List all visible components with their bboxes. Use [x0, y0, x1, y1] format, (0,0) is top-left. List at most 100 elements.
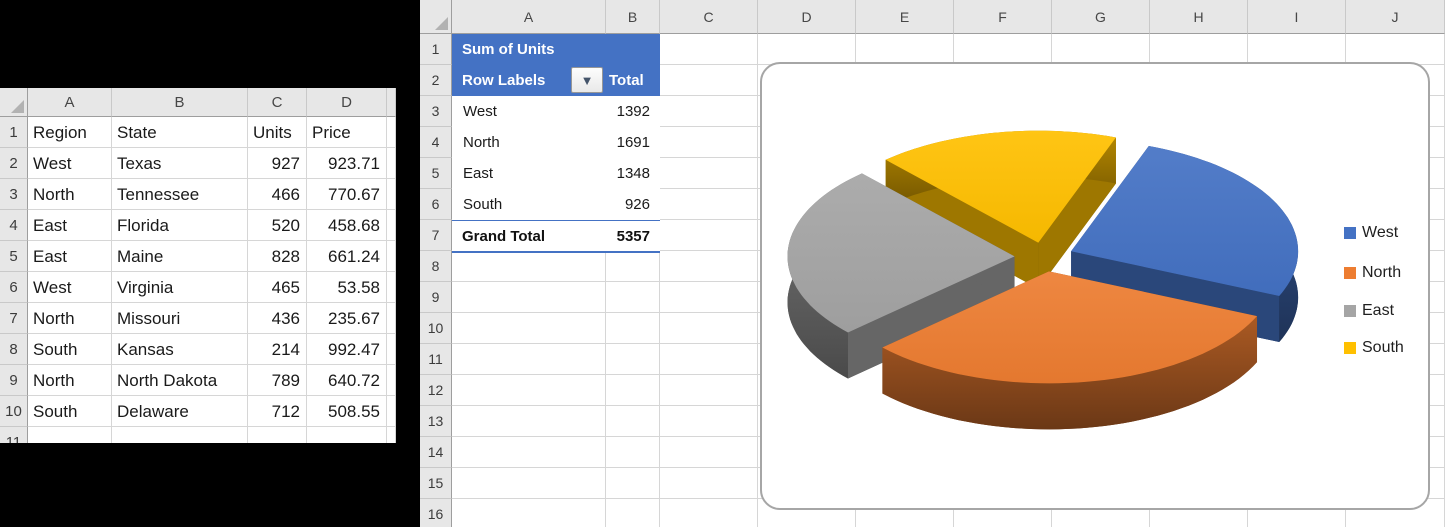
col-header-C[interactable]: C	[660, 0, 758, 34]
cell-A10[interactable]: South	[28, 396, 111, 427]
col-header-I[interactable]: I	[1248, 0, 1346, 34]
cell-B6[interactable]: Virginia	[112, 272, 247, 303]
row-header-10[interactable]: 10	[420, 313, 452, 344]
cell-A1[interactable]: Region	[28, 117, 111, 148]
col-header-B[interactable]: B	[112, 88, 248, 117]
row-header-12[interactable]: 12	[420, 375, 452, 406]
cell-B8[interactable]: Kansas	[112, 334, 247, 365]
row-header-8[interactable]: 8	[420, 251, 452, 282]
row-header-16[interactable]: 16	[420, 499, 452, 527]
cell-C9[interactable]: 789	[248, 365, 306, 396]
cell-C6[interactable]: 465	[248, 272, 306, 303]
cell-C4[interactable]: 520	[248, 210, 306, 241]
pivot-header-row[interactable]: Row Labels ▼ Total	[452, 65, 660, 96]
cell-C7[interactable]: 436	[248, 303, 306, 334]
cell-A7[interactable]: North	[28, 303, 111, 334]
row-header-6[interactable]: 6	[0, 272, 28, 303]
cell-D10[interactable]: 508.55	[307, 396, 386, 427]
cell-B7[interactable]: Missouri	[112, 303, 247, 334]
cell-C5[interactable]: 828	[248, 241, 306, 272]
col-header-E[interactable]: E	[856, 0, 954, 34]
row-header-5[interactable]: 5	[0, 241, 28, 272]
cell-D4[interactable]: 458.68	[307, 210, 386, 241]
row-header-9[interactable]: 9	[0, 365, 28, 396]
row-header-3[interactable]: 3	[0, 179, 28, 210]
cell-C10[interactable]: 712	[248, 396, 306, 427]
col-header-H[interactable]: H	[1150, 0, 1248, 34]
pivot-row-south[interactable]: South926	[452, 189, 660, 220]
cell-D7[interactable]: 235.67	[307, 303, 386, 334]
row-header-10[interactable]: 10	[0, 396, 28, 427]
cell-A3[interactable]: North	[28, 179, 111, 210]
pivot-grand-total-row[interactable]: Grand Total 5357	[452, 220, 660, 253]
cell-D3[interactable]: 770.67	[307, 179, 386, 210]
legend-label: South	[1362, 339, 1404, 357]
pivot-row-north[interactable]: North1691	[452, 127, 660, 158]
row-header-6[interactable]: 6	[420, 189, 452, 220]
cell-A6[interactable]: West	[28, 272, 111, 303]
row-header-4[interactable]: 4	[420, 127, 452, 158]
col-header-C[interactable]: C	[248, 88, 307, 117]
legend-item-east[interactable]: East	[1344, 302, 1394, 320]
cell-D9[interactable]: 640.72	[307, 365, 386, 396]
select-all-corner[interactable]	[420, 0, 452, 34]
select-all-corner[interactable]	[0, 88, 28, 117]
row-header-1[interactable]: 1	[420, 34, 452, 65]
row-header-3[interactable]: 3	[420, 96, 452, 127]
row-header-2[interactable]: 2	[420, 65, 452, 96]
cell-A9[interactable]: North	[28, 365, 111, 396]
pie-chart-object[interactable]: West North East South	[760, 62, 1430, 510]
cell-B2[interactable]: Texas	[112, 148, 247, 179]
cell-A4[interactable]: East	[28, 210, 111, 241]
row-header-1[interactable]: 1	[0, 117, 28, 148]
col-header-A[interactable]: A	[28, 88, 112, 117]
row-header-2[interactable]: 2	[0, 148, 28, 179]
col-header-D[interactable]: D	[307, 88, 387, 117]
cell-C2[interactable]: 927	[248, 148, 306, 179]
col-header-F[interactable]: F	[954, 0, 1052, 34]
cell-C1[interactable]: Units	[248, 117, 306, 148]
col-header-sliver[interactable]	[387, 88, 396, 117]
pivot-table: Sum of Units Row Labels ▼ Total West1392…	[452, 34, 660, 253]
cell-C3[interactable]: 466	[248, 179, 306, 210]
row-labels-dropdown-button[interactable]: ▼	[571, 67, 603, 93]
col-header-B[interactable]: B	[606, 0, 660, 34]
pivot-row-east[interactable]: East1348	[452, 158, 660, 189]
cell-B3[interactable]: Tennessee	[112, 179, 247, 210]
cell-D2[interactable]: 923.71	[307, 148, 386, 179]
cell-A2[interactable]: West	[28, 148, 111, 179]
col-header-G[interactable]: G	[1052, 0, 1150, 34]
row-header-7[interactable]: 7	[0, 303, 28, 334]
legend-item-north[interactable]: North	[1344, 264, 1401, 282]
legend-swatch-icon	[1344, 267, 1356, 279]
row-header-7[interactable]: 7	[420, 220, 452, 251]
cell-D5[interactable]: 661.24	[307, 241, 386, 272]
legend-item-south[interactable]: South	[1344, 339, 1404, 357]
cell-D6[interactable]: 53.58	[307, 272, 386, 303]
cell-D1[interactable]: Price	[307, 117, 386, 148]
row-header-13[interactable]: 13	[420, 406, 452, 437]
cell-D8[interactable]: 992.47	[307, 334, 386, 365]
pivot-row-west[interactable]: West1392	[452, 96, 660, 127]
cell-B5[interactable]: Maine	[112, 241, 247, 272]
row-header-4[interactable]: 4	[0, 210, 28, 241]
cell-A8[interactable]: South	[28, 334, 111, 365]
cell-B9[interactable]: North Dakota	[112, 365, 247, 396]
col-header-A[interactable]: A	[452, 0, 606, 34]
row-header-8[interactable]: 8	[0, 334, 28, 365]
legend-item-west[interactable]: West	[1344, 224, 1398, 242]
row-header-5[interactable]: 5	[420, 158, 452, 189]
pivot-title-row[interactable]: Sum of Units	[452, 34, 660, 65]
cell-B4[interactable]: Florida	[112, 210, 247, 241]
cell-B10[interactable]: Delaware	[112, 396, 247, 427]
row-header-11[interactable]: 11	[420, 344, 452, 375]
row-header-14[interactable]: 14	[420, 437, 452, 468]
cell-C8[interactable]: 214	[248, 334, 306, 365]
cell-A5[interactable]: East	[28, 241, 111, 272]
row-header-11[interactable]: 11	[0, 427, 28, 443]
col-header-J[interactable]: J	[1346, 0, 1445, 34]
cell-B1[interactable]: State	[112, 117, 247, 148]
row-header-9[interactable]: 9	[420, 282, 452, 313]
row-header-15[interactable]: 15	[420, 468, 452, 499]
col-header-D[interactable]: D	[758, 0, 856, 34]
